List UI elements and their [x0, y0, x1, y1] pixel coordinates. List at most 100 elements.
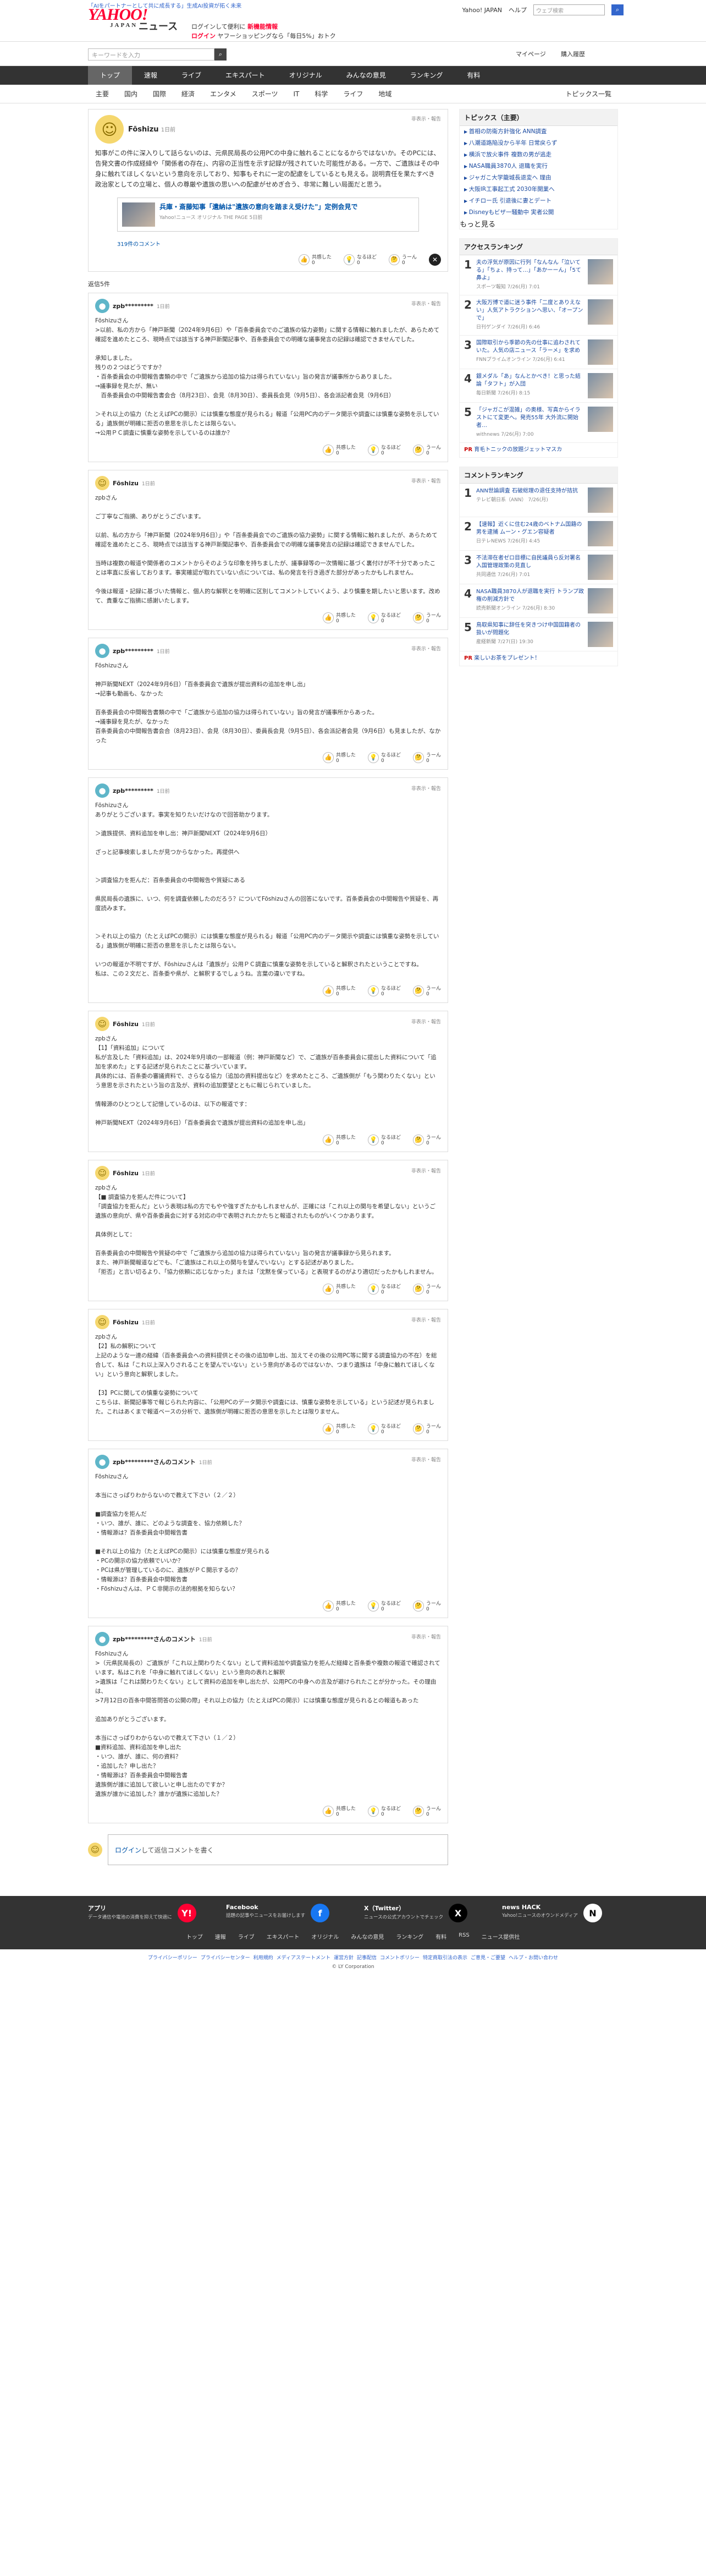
nav-ranking[interactable]: ランキング	[398, 66, 455, 85]
report-link[interactable]: 非表示・報告	[411, 785, 441, 792]
user-name[interactable]: Fōshizu	[128, 125, 159, 134]
rank-title[interactable]: 「ジャガこが混雑」の奥様、写真からイラストにて変更へ。発売55年 大外流に開始者…	[476, 407, 584, 439]
new-feature-link[interactable]: 新機能情報	[247, 23, 278, 30]
avatar[interactable]: ☺	[95, 1166, 109, 1180]
reaction-empathy[interactable]: 👍 共感した 0	[298, 253, 332, 266]
ranking-item[interactable]: 3 国際取引から季節の先の仕事に追わされていた。人気の店ニュース「ラーメ」を求め F…	[460, 336, 617, 369]
reaction-empathy[interactable]: 👍 共感した 0	[322, 1133, 356, 1146]
reaction-insight[interactable]: 💡 なるほど 0	[367, 1805, 401, 1817]
cat-it[interactable]: IT	[285, 85, 307, 103]
nav-top[interactable]: トップ	[88, 66, 133, 85]
mypage-link[interactable]: マイページ	[516, 50, 546, 58]
close-icon[interactable]: ✕	[429, 253, 441, 266]
user-name[interactable]: zpb*********	[113, 787, 153, 794]
help-link[interactable]: ヘルプ	[509, 6, 527, 14]
cat-local[interactable]: 地域	[371, 85, 399, 103]
topic-item[interactable]: Disneyもビザ一騒動中 実者公開	[460, 207, 617, 218]
footer-nav-link[interactable]: みんなの意見	[351, 1932, 384, 1941]
reaction-empathy[interactable]: 👍 共感した 0	[322, 1599, 356, 1612]
reaction-hmm[interactable]: 🤔 うーん 0	[412, 1422, 441, 1435]
avatar[interactable]: ☺	[95, 1315, 109, 1329]
footer-nav-link[interactable]: ランキング	[396, 1932, 423, 1941]
reaction-hmm[interactable]: 🤔 うーん 0	[412, 1805, 441, 1817]
legal-link[interactable]: 利用規約	[253, 1955, 273, 1961]
reaction-hmm[interactable]: 🤔 うーん 0	[412, 1133, 441, 1146]
rank-title[interactable]: ANN世論調査 石破総理の退任支持が拮抗 テレビ朝日系（ANN） 7/26(月)	[476, 487, 584, 504]
footer-app[interactable]: アプリ データ通信や電池の消費を抑えて快適に Y!	[88, 1904, 204, 1922]
cat-sports[interactable]: スポーツ	[244, 85, 286, 103]
purchase-history-link[interactable]: 購入履歴	[561, 50, 585, 58]
avatar[interactable]: ●	[95, 1455, 109, 1469]
nav-paid[interactable]: 有料	[455, 66, 492, 85]
report-link[interactable]: 非表示・報告	[411, 477, 441, 484]
legal-link[interactable]: メディアステートメント	[277, 1955, 330, 1961]
article-link-card[interactable]: 兵庫・斎藤知事「遺納は"遺族の意向を踏まえ受けた"」定例会見で Yahoo!ニュ…	[117, 198, 419, 232]
avatar[interactable]: ☺	[95, 115, 124, 144]
nav-expert[interactable]: エキスパート	[213, 66, 277, 85]
shopping-promo[interactable]: ヤフーショッピングなら「毎日5%」おトク	[218, 32, 336, 40]
report-link[interactable]: 非表示・報告	[411, 1633, 441, 1640]
cat-life[interactable]: ライフ	[335, 85, 371, 103]
rank-title[interactable]: 鳥取県知事に辞任を突きつけ中国国籍者の扱いが問題化 産経新聞 7/27(日) 19…	[476, 622, 584, 646]
user-name[interactable]: zpb*********	[113, 303, 153, 310]
topic-item[interactable]: 首相の防衛方針強化 ANN調査	[460, 126, 617, 138]
reaction-insight[interactable]: 💡 なるほど 0	[367, 611, 401, 624]
reaction-insight[interactable]: 💡 なるほど 0	[367, 1599, 401, 1612]
report-link[interactable]: 非表示・報告	[411, 1316, 441, 1323]
report-link[interactable]: 非表示・報告	[411, 300, 441, 307]
footer-nav-link[interactable]: ニュース提供社	[482, 1932, 520, 1941]
avatar[interactable]: ●	[95, 644, 109, 658]
search-icon[interactable]: ⌕	[611, 4, 624, 15]
article-title[interactable]: 兵庫・斎藤知事「遺納は"遺族の意向を踏まえ受けた"」定例会見で	[159, 202, 358, 211]
nav-opinion[interactable]: みんなの意見	[334, 66, 398, 85]
keyword-input[interactable]: キーワードを入力	[88, 48, 214, 61]
topic-item[interactable]: 横浜で放火事件 複数の男が逃走	[460, 149, 617, 161]
footer-app[interactable]: X（Twitter） ニュースの公式アカウントでチェック X	[364, 1904, 480, 1922]
rank-title[interactable]: 夫の浮気が原因に行列「なんなん「泣いてる」「ちょ、持って…」「あかーーん」「5て…	[476, 259, 584, 291]
nav-breaking[interactable]: 速報	[132, 66, 169, 85]
reaction-hmm[interactable]: 🤔 うーん 0	[412, 611, 441, 624]
topic-item[interactable]: イチロー氏 引退後に妻とデート	[460, 195, 617, 207]
reaction-hmm[interactable]: 🤔 うーん 0	[412, 1599, 441, 1612]
legal-link[interactable]: ご意見・ご要望	[471, 1955, 505, 1961]
topic-item[interactable]: 八潮道路陥没から半年 日常戻らず	[460, 138, 617, 149]
user-name[interactable]: Fōshizu	[113, 1170, 139, 1177]
reaction-hmm[interactable]: 🤔 うーん 0	[412, 1282, 441, 1295]
report-link[interactable]: 非表示・報告	[411, 1167, 441, 1174]
ranking-item[interactable]: 5 鳥取県知事に辞任を突きつけ中国国籍者の扱いが問題化 産経新聞 7/27(日) 1…	[460, 618, 617, 651]
web-search-input[interactable]: ウェブ検索	[533, 4, 605, 15]
footer-app[interactable]: news HACK Yahoo!ニュースのオウンドメディア N	[502, 1904, 618, 1922]
reaction-insight[interactable]: 💡 なるほど 0	[367, 751, 401, 764]
legal-link[interactable]: 記事配信	[357, 1955, 377, 1961]
user-name[interactable]: zpb*********さんのコメント	[113, 1635, 196, 1643]
reaction-hmm[interactable]: 🤔 うーん 0	[388, 253, 417, 266]
rank-title[interactable]: 大阪万博で道に迷う事件「二度とありえない」人気アトラクションへ思い、「オープンで…	[476, 299, 584, 331]
ranking-item[interactable]: 4 NASA職員3870人が退職を実行 トランプ政権の削減方針で 読売新聞オンライン…	[460, 584, 617, 618]
avatar[interactable]: ●	[95, 1632, 109, 1646]
rank-title[interactable]: 不法滞在者ゼロ目標に自民議員ら反対署名 入国管理政策の見直し 共同通信 7/26(…	[476, 555, 584, 579]
reply-input[interactable]: ログイン して返信コメントを書く	[108, 1834, 448, 1865]
avatar[interactable]: ●	[95, 299, 109, 313]
pr-ad-2[interactable]: PR 楽しいお茶をプレゼント！	[460, 651, 617, 666]
reaction-hmm[interactable]: 🤔 うーん 0	[412, 751, 441, 764]
user-name[interactable]: zpb*********	[113, 648, 153, 655]
rank-title[interactable]: 国際取引から季節の先の仕事に追わされていた。人気の店ニュース「ラーメ」を求め FN…	[476, 339, 584, 364]
cat-economy[interactable]: 経済	[174, 85, 202, 103]
nav-original[interactable]: オリジナル	[277, 66, 334, 85]
reaction-empathy[interactable]: 👍 共感した 0	[322, 984, 356, 997]
reaction-empathy[interactable]: 👍 共感した 0	[322, 1422, 356, 1435]
topic-item[interactable]: 大阪IR工事起工式 2030年開業へ	[460, 184, 617, 195]
ranking-item[interactable]: 2 【速報】近くに住む24歳のベトナム国籍の男を逮捕 ムーン・グエン容疑者 日テレN…	[460, 517, 617, 551]
topic-item[interactable]: ジャガこ大学籠城長退変へ 理由	[460, 172, 617, 184]
pr-ad[interactable]: PR 育毛トニックの放題ジェットマスカ	[460, 443, 617, 457]
footer-nav-link[interactable]: 速報	[215, 1932, 226, 1941]
reaction-empathy[interactable]: 👍 共感した 0	[322, 751, 356, 764]
cat-world[interactable]: 国際	[145, 85, 174, 103]
reaction-empathy[interactable]: 👍 共感した 0	[322, 443, 356, 456]
report-link[interactable]: 非表示・報告	[411, 1456, 441, 1463]
cat-main[interactable]: 主要	[88, 85, 117, 103]
legal-link[interactable]: コメントポリシー	[380, 1955, 420, 1961]
avatar[interactable]: ●	[95, 783, 109, 798]
reaction-empathy[interactable]: 👍 共感した 0	[322, 1282, 356, 1295]
pr-text[interactable]: 楽しいお茶をプレゼント！	[474, 655, 540, 661]
